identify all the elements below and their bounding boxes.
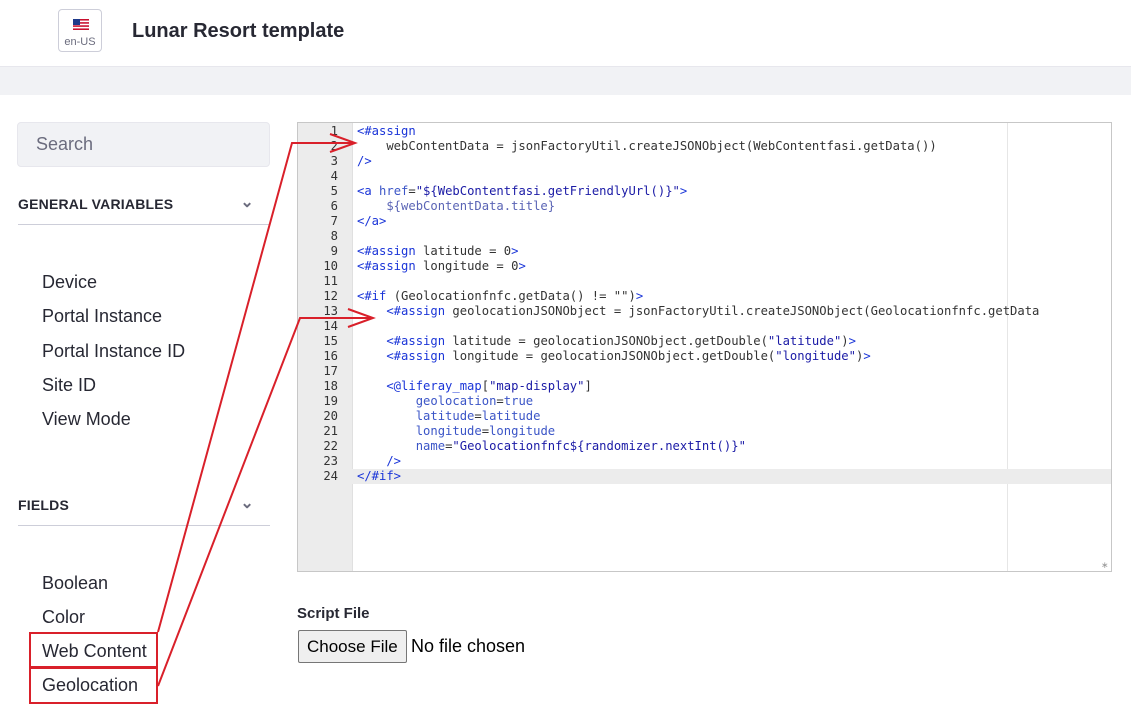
arrow-web-content bbox=[157, 142, 355, 633]
annotation-arrows bbox=[157, 133, 376, 687]
arrow-geolocation bbox=[157, 317, 373, 687]
